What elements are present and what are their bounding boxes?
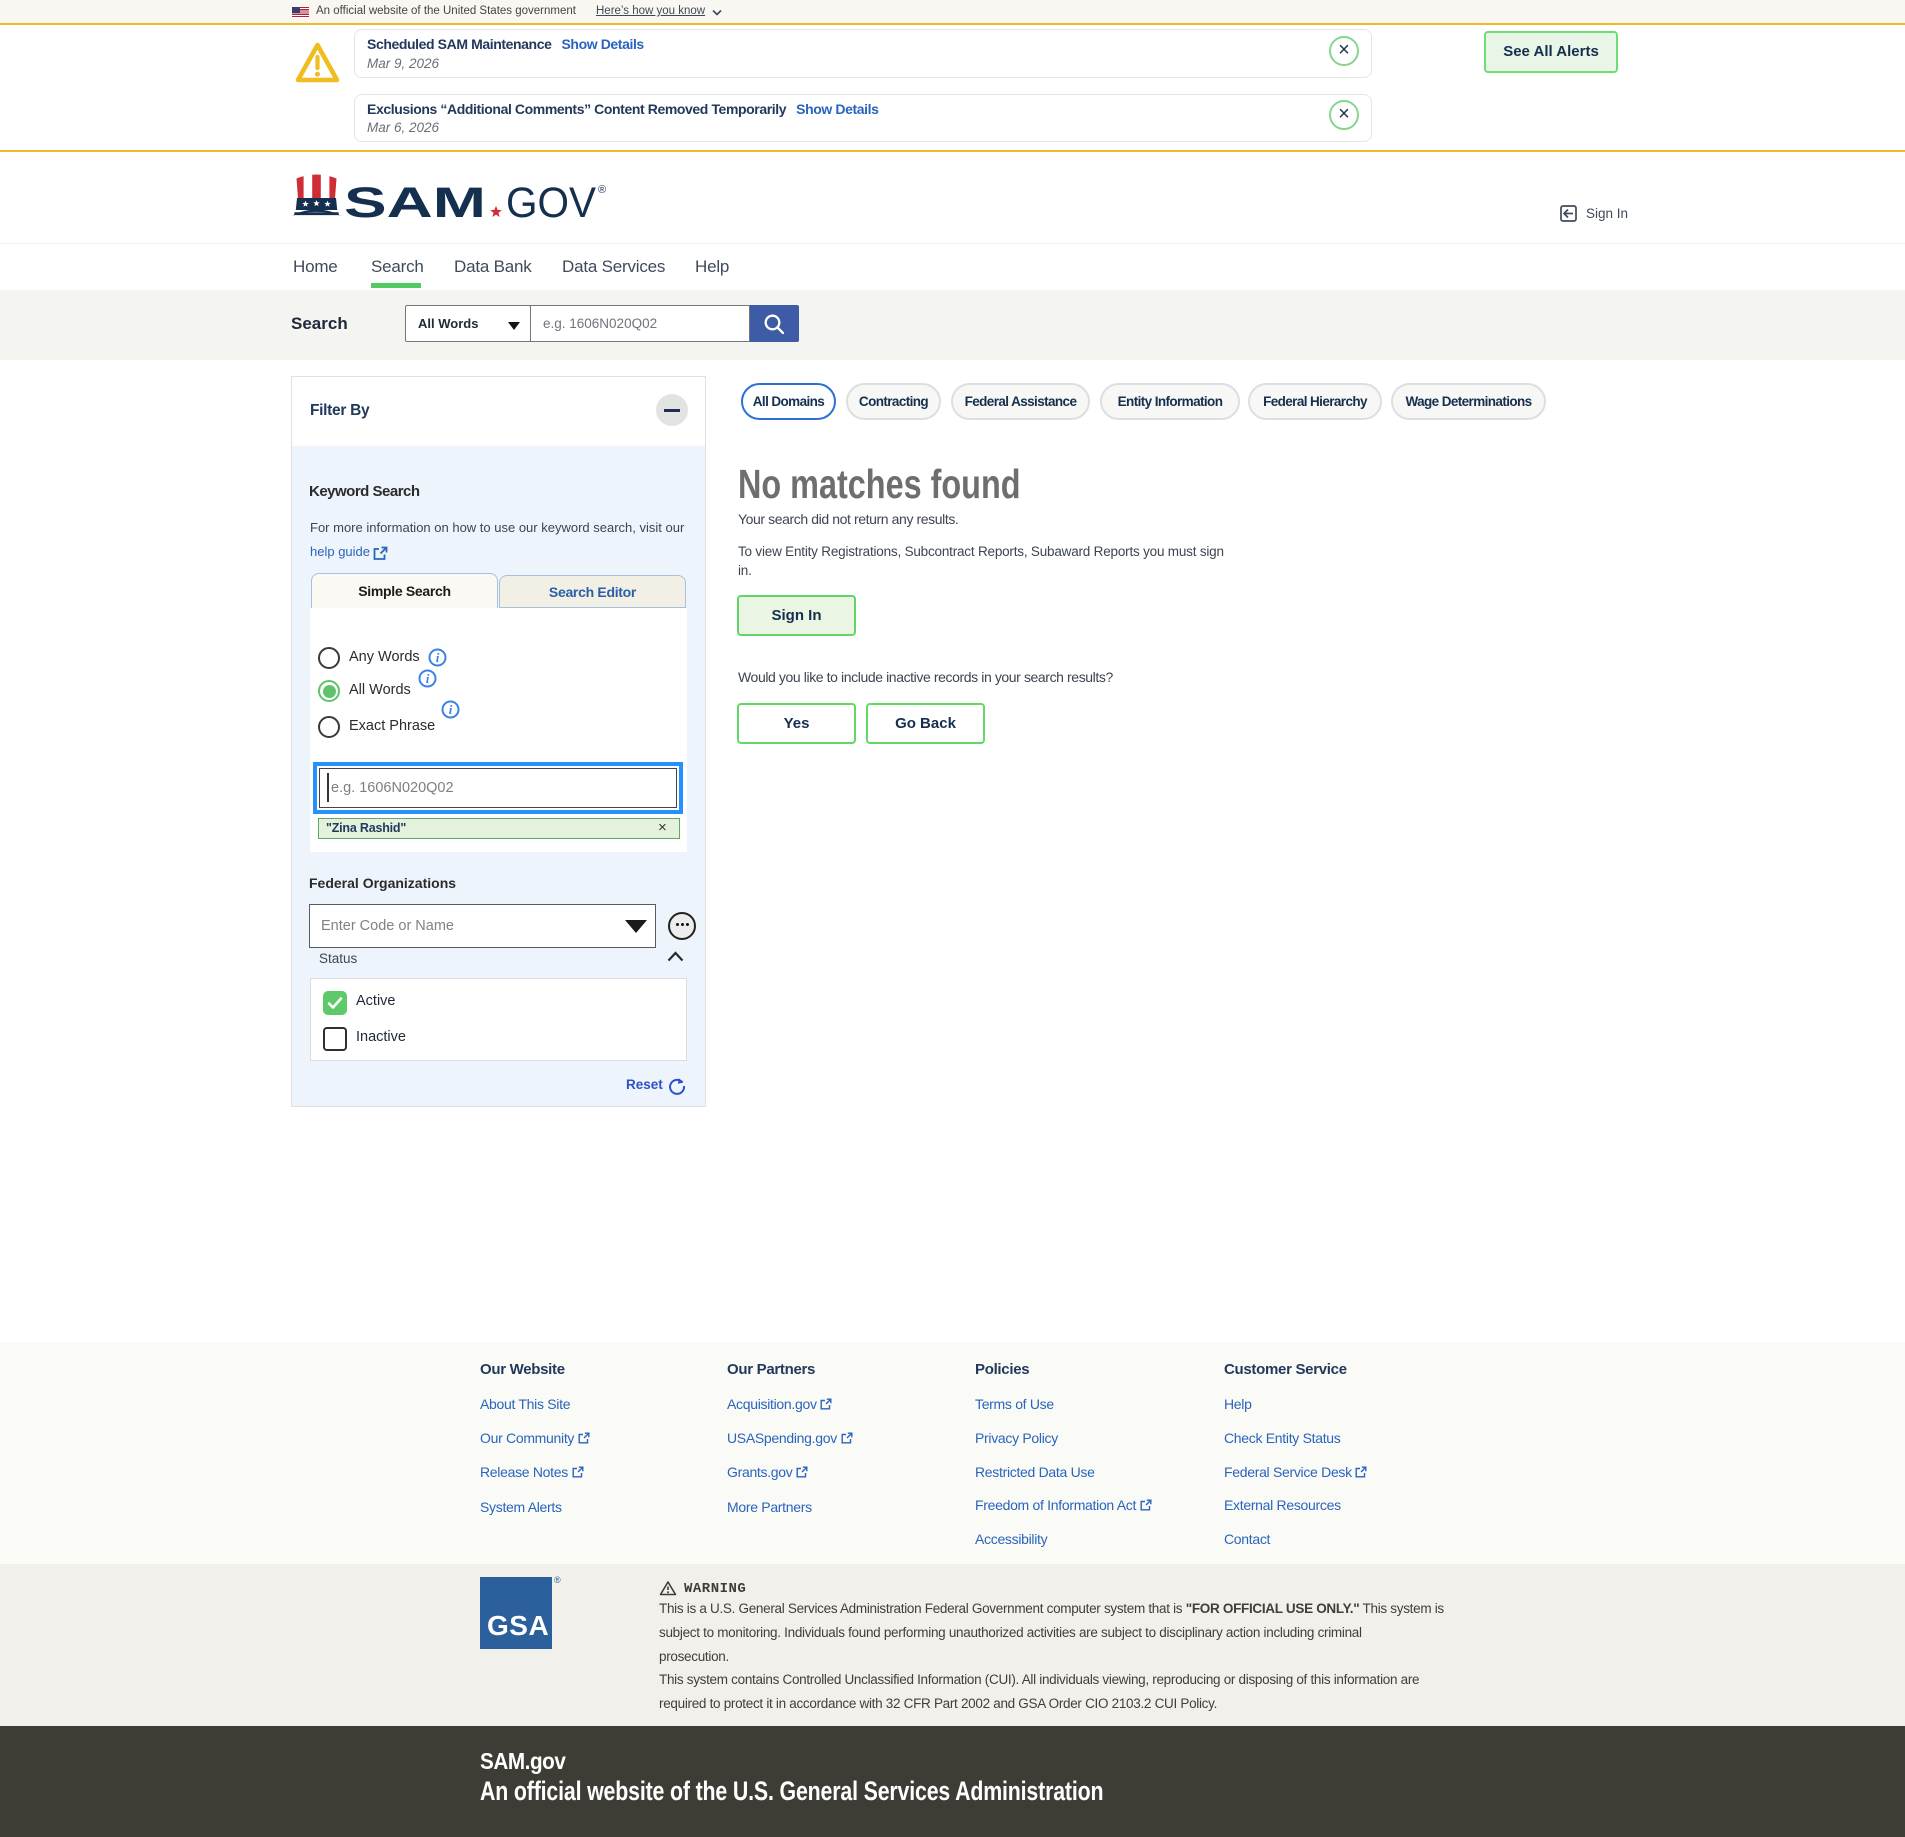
svg-text:i: i [426, 671, 430, 686]
svg-text:®: ® [598, 184, 606, 196]
svg-text:SAM: SAM [344, 179, 486, 227]
svg-text:i: i [436, 650, 440, 665]
svg-text:GOV: GOV [506, 179, 596, 227]
svg-text:i: i [449, 702, 453, 717]
